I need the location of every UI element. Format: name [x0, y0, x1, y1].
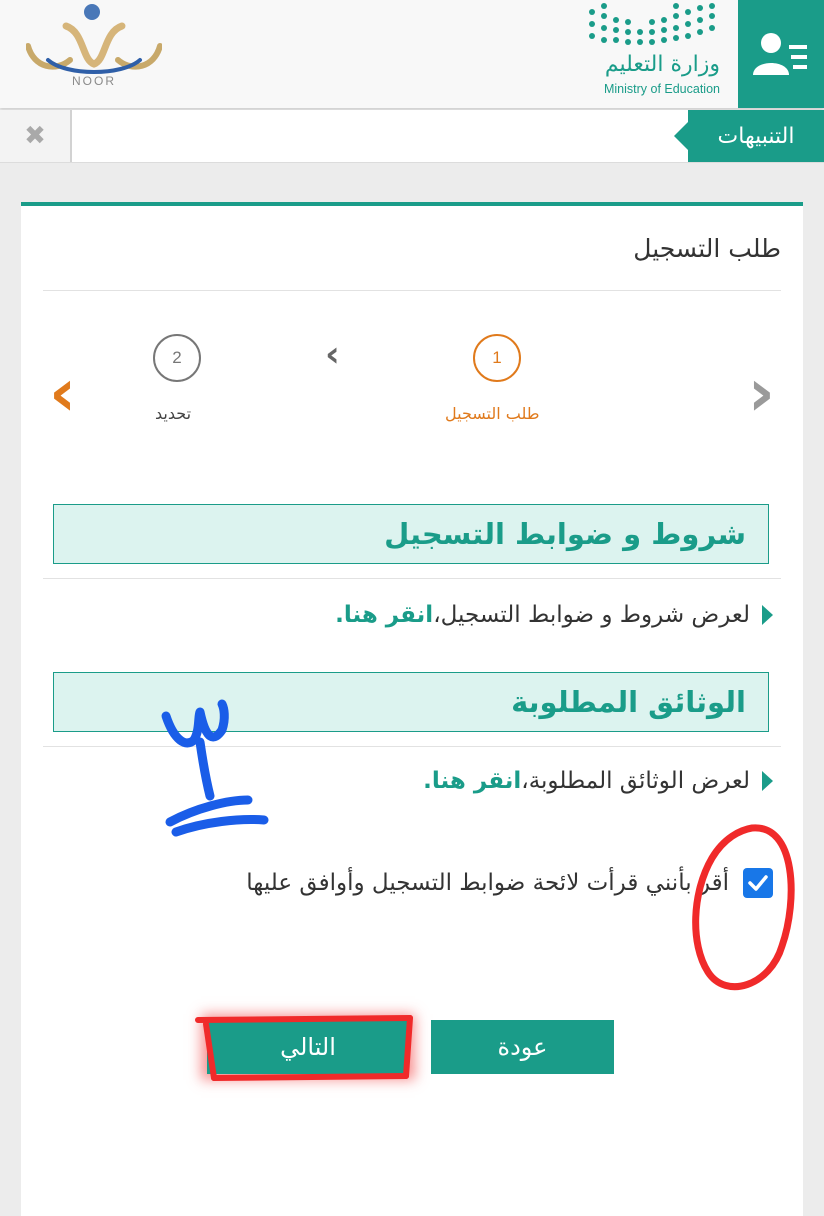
ministry-name-ar: وزارة التعليم [604, 52, 720, 77]
title-divider [43, 290, 781, 291]
agreement-row: أقر بأنني قرأت لائحة ضوابط التسجيل وأواف… [246, 868, 773, 898]
user-menu-icon [753, 33, 807, 75]
ministry-name-en: Ministry of Education [603, 82, 720, 96]
agreement-checkbox[interactable] [743, 868, 773, 898]
step-2-circle[interactable]: 2 [153, 334, 201, 382]
documents-link[interactable]: انقر هنا. [423, 768, 521, 794]
close-icon: ✖ [24, 121, 46, 151]
ministry-dots-icon [589, 3, 715, 45]
notifications-close-button[interactable]: ✖ [0, 110, 72, 162]
checkmark-icon [748, 875, 768, 891]
ministry-logo: وزارة التعليم Ministry of Education [580, 0, 720, 108]
back-button[interactable]: عودة [431, 1020, 614, 1074]
page-title: طلب التسجيل [633, 234, 781, 263]
section-heading-documents: الوثائق المطلوبة [53, 672, 769, 732]
terms-text: لعرض شروط و ضوابط التسجيل، [433, 602, 750, 628]
terms-link[interactable]: انقر هنا. [335, 602, 433, 628]
logo-text: NOOR [72, 74, 116, 88]
registration-panel: طلب التسجيل › ‹ 1 طلب التسجيل ‹ 2 تحديد … [21, 202, 803, 1216]
next-button[interactable]: التالي [207, 1020, 409, 1074]
section-2-divider [43, 746, 781, 747]
step-separator-icon: ‹ [325, 334, 340, 375]
terms-link-row: لعرض شروط و ضوابط التسجيل، انقر هنا. [335, 602, 773, 628]
user-menu-button[interactable] [738, 0, 824, 108]
documents-text: لعرض الوثائق المطلوبة، [521, 768, 750, 794]
step-2-label: تحديد [155, 404, 192, 423]
agreement-text: أقر بأنني قرأت لائحة ضوابط التسجيل وأواف… [246, 870, 729, 896]
section-1-divider [43, 578, 781, 579]
chevron-left-icon: ‹ [49, 354, 77, 431]
chevron-right-icon: › [747, 354, 775, 431]
notifications-bar: ✖ التنبيهات [0, 110, 824, 163]
wizard-next-button[interactable]: ‹ [49, 360, 76, 426]
section-heading-terms: شروط و ضوابط التسجيل [53, 504, 769, 564]
step-1-label: طلب التسجيل [445, 404, 540, 423]
documents-link-row: لعرض الوثائق المطلوبة، انقر هنا. [423, 768, 773, 794]
notifications-label: التنبيهات [674, 110, 824, 162]
step-1-circle[interactable]: 1 [473, 334, 521, 382]
step-2-clip: 2 تحديد [139, 316, 209, 436]
triangle-left-icon [762, 771, 773, 791]
triangle-left-icon [762, 605, 773, 625]
app-header: NOOR وزارة التعليم Ministry of Education [0, 0, 824, 108]
wizard-prev-button[interactable]: › [748, 360, 775, 426]
